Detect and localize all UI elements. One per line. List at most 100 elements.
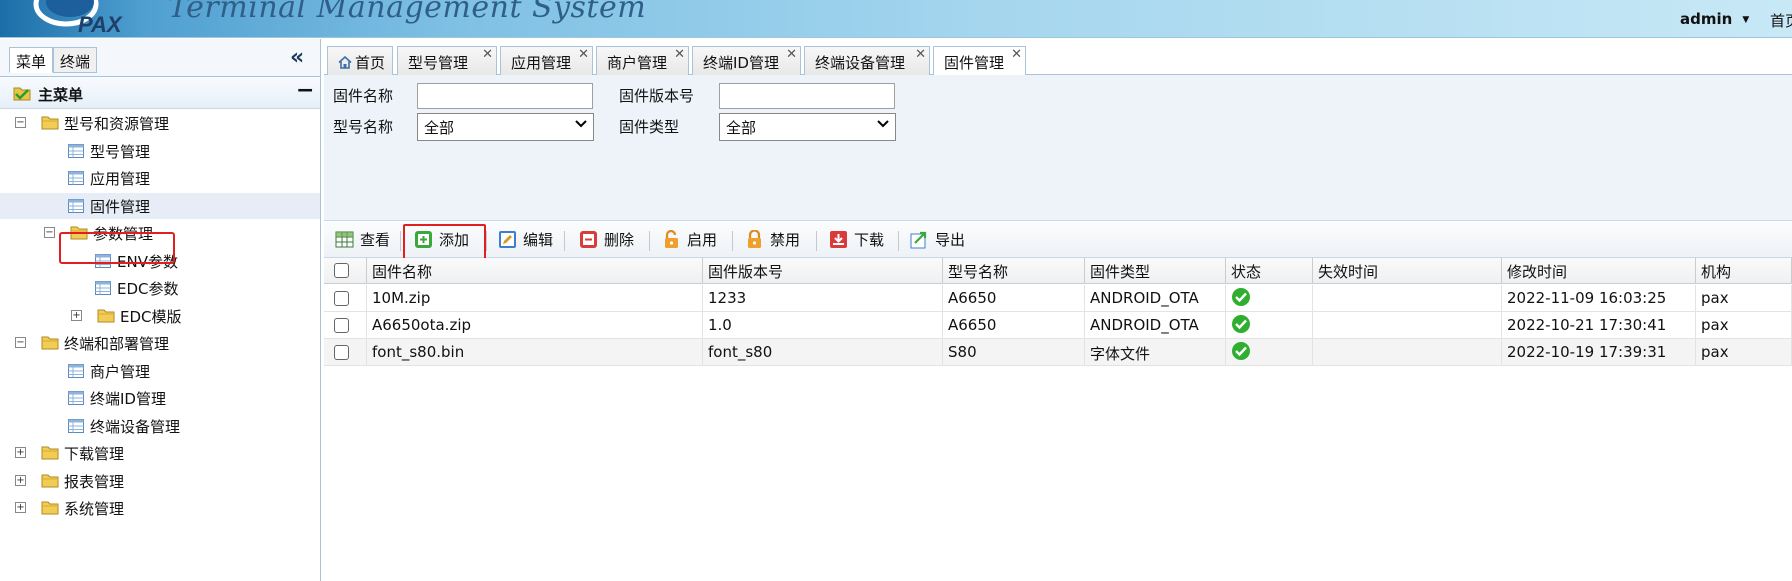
- toolbar-divider: [732, 231, 733, 251]
- tab-menu[interactable]: 菜单: [9, 47, 54, 73]
- tree-item[interactable]: 应用管理: [0, 165, 320, 191]
- close-icon[interactable]: ✕: [915, 47, 926, 62]
- tree-item[interactable]: + 下载管理: [0, 440, 320, 466]
- tree-item[interactable]: 型号管理: [0, 138, 320, 164]
- view-button[interactable]: 查看: [335, 229, 390, 250]
- firmware-name-input[interactable]: [417, 83, 593, 109]
- firmware-type-select[interactable]: 全部: [719, 113, 896, 141]
- tab-item[interactable]: 型号管理 ✕: [397, 46, 497, 76]
- tree-item-label: 固件管理: [90, 197, 151, 216]
- tab-item[interactable]: 终端设备管理 ✕: [804, 46, 930, 76]
- firmware-version-input[interactable]: [719, 83, 895, 109]
- page-icon: [68, 391, 84, 405]
- tree-item-label: ENV参数: [117, 252, 178, 271]
- expand-icon[interactable]: +: [15, 474, 26, 486]
- export-label: 导出: [935, 231, 966, 249]
- column-header[interactable]: 机构: [1696, 258, 1792, 283]
- export-button[interactable]: 导出: [910, 229, 965, 250]
- disable-button[interactable]: 禁用: [745, 229, 800, 250]
- status-cell: [1226, 339, 1313, 365]
- column-header[interactable]: 固件名称: [367, 258, 703, 283]
- row-checkbox[interactable]: [334, 318, 349, 333]
- table-row[interactable]: A6650ota.zip 1.0 A6650 ANDROID_OTA 2022-10-2…: [324, 312, 1792, 339]
- expand-icon[interactable]: +: [71, 309, 82, 321]
- left-panel: 菜单 终端 « 主菜单 − − 型号和资源管理型号管理应用管理固件管理 − 参数管理 E…: [0, 39, 321, 581]
- page-icon: [68, 171, 84, 185]
- model-name-value: 全部: [424, 119, 455, 137]
- delete-button[interactable]: 删除: [579, 229, 634, 250]
- home-link[interactable]: 首页: [1770, 10, 1792, 31]
- collapse-left-icon[interactable]: «: [290, 45, 304, 70]
- edit-button[interactable]: 编辑: [498, 229, 553, 250]
- model-name-select[interactable]: 全部: [417, 113, 594, 141]
- close-icon[interactable]: ✕: [786, 47, 797, 62]
- lock-icon: [748, 230, 761, 248]
- tree-item[interactable]: 固件管理: [0, 192, 320, 219]
- enable-button[interactable]: 启用: [662, 229, 717, 250]
- collapse-icon[interactable]: −: [44, 227, 55, 238]
- close-icon[interactable]: ✕: [578, 47, 589, 62]
- tree-item[interactable]: 终端设备管理: [0, 413, 320, 439]
- table-cell: S80: [943, 339, 1085, 365]
- system-title: Terminal Management System: [168, 0, 647, 25]
- row-checkbox[interactable]: [334, 291, 349, 306]
- tab-item[interactable]: 终端ID管理 ✕: [692, 46, 801, 76]
- tree-item[interactable]: + 报表管理: [0, 468, 320, 494]
- tree-item-label: EDC参数: [117, 280, 179, 298]
- tree-item[interactable]: + EDC模版: [0, 303, 320, 329]
- tab-item[interactable]: 应用管理 ✕: [500, 46, 593, 76]
- tree-item-label: 型号管理: [90, 142, 151, 161]
- tree-item-label: EDC模版: [120, 307, 182, 326]
- download-button[interactable]: 下载: [829, 229, 884, 250]
- tab-item[interactable]: 商户管理 ✕: [596, 46, 689, 76]
- tree-item[interactable]: − 终端和部署管理: [0, 330, 320, 356]
- main-menu-header[interactable]: 主菜单 −: [0, 77, 320, 109]
- tab-terminal[interactable]: 终端: [53, 47, 98, 73]
- tab-item[interactable]: 首页: [327, 46, 393, 76]
- delete-icon: [580, 231, 597, 248]
- select-all-checkbox[interactable]: [334, 263, 349, 278]
- expand-icon[interactable]: +: [15, 447, 26, 458]
- tree-item[interactable]: + 系统管理: [0, 495, 320, 521]
- toolbar-divider: [486, 231, 487, 251]
- collapse-icon[interactable]: −: [15, 337, 26, 348]
- tree-item[interactable]: − 参数管理: [0, 220, 320, 246]
- logo-text: PAX: [78, 12, 123, 36]
- close-icon[interactable]: ✕: [674, 47, 685, 62]
- tree-item[interactable]: − 型号和资源管理: [0, 110, 320, 136]
- table-row[interactable]: font_s80.bin font_s80 S80 字体文件 2022-10-19 17…: [324, 339, 1792, 366]
- tree-item-label: 下载管理: [64, 445, 125, 463]
- column-header[interactable]: 固件版本号: [703, 258, 943, 283]
- tree-item-label: 系统管理: [64, 500, 125, 518]
- user-menu[interactable]: admin ▼: [1680, 10, 1749, 28]
- column-header[interactable]: 固件类型: [1085, 258, 1226, 283]
- toolbar-divider: [816, 231, 817, 251]
- disable-label: 禁用: [770, 231, 801, 249]
- table-row[interactable]: 10M.zip 1233 A6650 ANDROID_OTA 2022-11-09 16…: [324, 285, 1792, 312]
- tree-item[interactable]: ENV参数: [0, 248, 320, 274]
- row-select-cell: [324, 312, 367, 338]
- tree-item[interactable]: EDC参数: [0, 275, 320, 301]
- collapse-icon[interactable]: −: [15, 117, 26, 128]
- column-header[interactable]: 失效时间: [1313, 258, 1502, 283]
- add-button[interactable]: 添加: [414, 229, 469, 250]
- table-cell: [1313, 339, 1502, 365]
- tree-item[interactable]: 商户管理: [0, 358, 320, 384]
- row-checkbox[interactable]: [334, 345, 349, 360]
- close-icon[interactable]: ✕: [1011, 47, 1022, 62]
- table-cell: ANDROID_OTA: [1085, 285, 1226, 311]
- column-header[interactable]: 状态: [1226, 258, 1313, 283]
- caret-down-icon: ▼: [1742, 15, 1750, 25]
- table-cell: [1313, 312, 1502, 338]
- table-cell: font_s80.bin: [367, 339, 703, 365]
- column-header[interactable]: 修改时间: [1502, 258, 1696, 283]
- collapse-menu-icon[interactable]: −: [296, 78, 314, 103]
- tab-item[interactable]: 固件管理 ✕: [933, 46, 1026, 76]
- tree-item[interactable]: 终端ID管理: [0, 385, 320, 411]
- table-cell: 2022-10-19 17:39:31: [1502, 339, 1696, 365]
- close-icon[interactable]: ✕: [482, 47, 493, 62]
- column-header[interactable]: 型号名称: [943, 258, 1085, 283]
- tab-label: 应用管理: [511, 54, 572, 72]
- toolbar-divider: [400, 231, 401, 251]
- expand-icon[interactable]: +: [15, 502, 26, 513]
